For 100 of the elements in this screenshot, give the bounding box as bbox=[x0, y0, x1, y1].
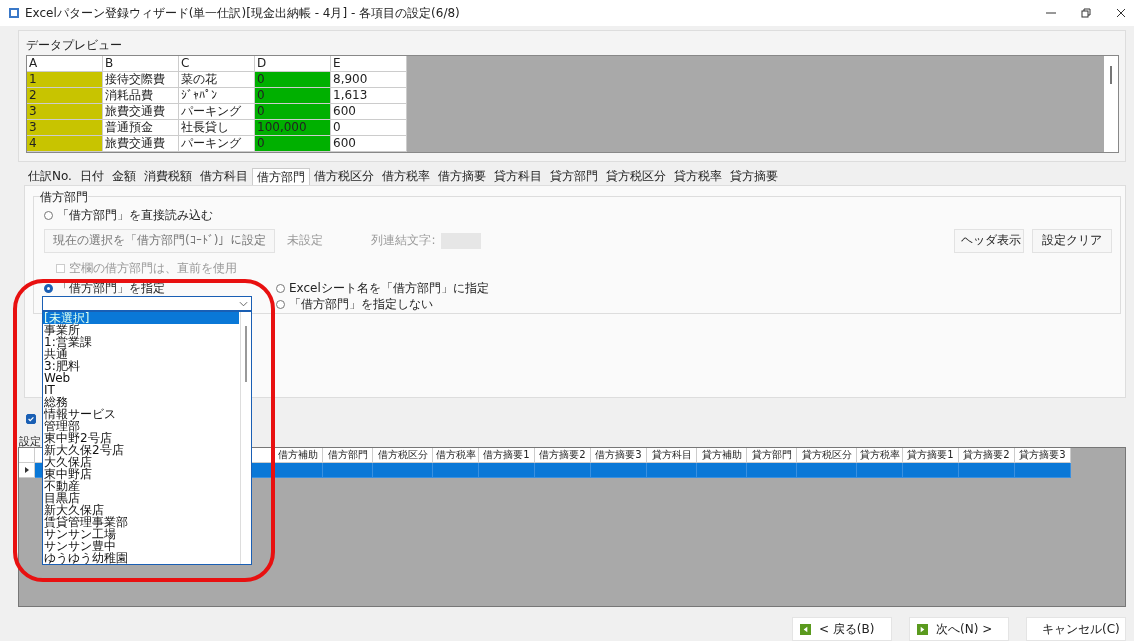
list-item[interactable]: 総務 bbox=[43, 396, 239, 408]
tab[interactable]: 借方部門 bbox=[251, 168, 310, 185]
header-button[interactable]: ヘッダ表示 bbox=[954, 228, 1024, 253]
tab[interactable]: 借方税区分 bbox=[309, 168, 378, 185]
radio-label: Excelシート名を「借方部門」に指定 bbox=[289, 279, 489, 297]
list-item[interactable]: IT bbox=[43, 384, 239, 396]
app-icon bbox=[8, 7, 20, 19]
close-icon[interactable] bbox=[1116, 8, 1126, 18]
table-cell bbox=[323, 463, 373, 479]
scrollbar[interactable] bbox=[1104, 56, 1118, 152]
table-cell: 2 bbox=[27, 88, 103, 104]
column-header: C bbox=[179, 56, 255, 72]
list-item[interactable]: 新大久保2号店 bbox=[43, 444, 239, 456]
table-cell: 4 bbox=[27, 136, 103, 152]
column-header: 借方税区分 bbox=[373, 448, 433, 464]
clear-button[interactable]: 設定クリア bbox=[1032, 228, 1112, 253]
table-cell: ｼﾞｬﾊﾟﾝ bbox=[179, 88, 255, 104]
table-cell: 0 bbox=[331, 120, 407, 136]
table-cell bbox=[273, 463, 323, 479]
list-item[interactable]: ゆうゆう幼稚園 bbox=[43, 552, 239, 564]
radio-button[interactable] bbox=[276, 299, 285, 309]
list-item[interactable]: 1:営業課 bbox=[43, 336, 239, 348]
list-item[interactable]: 不動産 bbox=[43, 480, 239, 492]
next-arrow-icon bbox=[917, 623, 928, 635]
tab[interactable]: 借方摘要 bbox=[433, 168, 490, 185]
tab[interactable]: 仕訳No. bbox=[24, 168, 76, 185]
list-item[interactable]: 管理部 bbox=[43, 420, 239, 432]
table-cell bbox=[433, 463, 479, 479]
status-text: 未設定 bbox=[287, 232, 324, 249]
table-cell bbox=[535, 463, 591, 479]
list-item[interactable]: 大久保店 bbox=[43, 456, 239, 468]
department-dropdown[interactable] bbox=[42, 296, 252, 311]
table-cell: パーキング bbox=[179, 104, 255, 120]
list-item[interactable]: 東中野2号店 bbox=[43, 432, 239, 444]
list-item[interactable]: Web bbox=[43, 372, 239, 384]
column-header: 貸方補助 bbox=[697, 448, 747, 464]
list-item[interactable]: 共通 bbox=[43, 348, 239, 360]
table-cell bbox=[797, 463, 857, 479]
table-cell bbox=[373, 463, 433, 479]
radio-button[interactable] bbox=[44, 283, 53, 293]
chevron-down-icon bbox=[239, 300, 248, 307]
list-item[interactable]: 事業所 bbox=[43, 324, 239, 336]
table-cell: 100,000 bbox=[255, 120, 331, 136]
table-cell bbox=[479, 463, 535, 479]
tab[interactable]: 貸方科目 bbox=[489, 168, 546, 185]
list-item[interactable]: [未選択] bbox=[43, 312, 239, 324]
row-header[interactable] bbox=[19, 463, 35, 479]
radio-button[interactable] bbox=[276, 283, 285, 293]
field-label: 列連結文字: bbox=[371, 232, 436, 249]
tab[interactable]: 貸方摘要 bbox=[725, 168, 782, 185]
tab[interactable]: 借方科目 bbox=[195, 168, 252, 185]
tab[interactable]: 金額 bbox=[107, 168, 140, 185]
tab[interactable]: 貸方税率 bbox=[669, 168, 726, 185]
list-item[interactable]: 新大久保店 bbox=[43, 504, 239, 516]
table-cell: 社長貸し bbox=[179, 120, 255, 136]
radio-button[interactable] bbox=[44, 210, 53, 220]
wizard-button[interactable]: キャンセル(C) bbox=[1026, 617, 1126, 641]
column-header: 借方部門 bbox=[323, 448, 373, 464]
table-cell bbox=[1015, 463, 1071, 479]
list-item[interactable]: 東中野店 bbox=[43, 468, 239, 480]
table-cell: 600 bbox=[331, 136, 407, 152]
checkbox[interactable] bbox=[26, 414, 36, 425]
table-cell: 8,900 bbox=[331, 72, 407, 88]
table-cell bbox=[697, 463, 747, 479]
table-cell: 0 bbox=[255, 72, 331, 88]
list-item[interactable]: 賃貸管理事業部 bbox=[43, 516, 239, 528]
tab[interactable]: 日付 bbox=[75, 168, 108, 185]
list-item[interactable]: 情報サービス bbox=[43, 408, 239, 420]
table-cell: 0 bbox=[255, 104, 331, 120]
table-cell: 普通預金 bbox=[103, 120, 179, 136]
table-cell: 接待交際費 bbox=[103, 72, 179, 88]
wizard-button[interactable]: 次へ(N) > bbox=[909, 617, 1009, 641]
table-cell: 旅費交通費 bbox=[103, 136, 179, 152]
column-header: 貸方摘要1 bbox=[903, 448, 959, 464]
radio-label: 「借方部門」を指定しない bbox=[289, 295, 433, 313]
list-item[interactable]: サンサン工場 bbox=[43, 528, 239, 540]
list-item[interactable]: サンサン豊中 bbox=[43, 540, 239, 552]
tab[interactable]: 貸方税区分 bbox=[601, 168, 670, 185]
list-item[interactable]: 目黒店 bbox=[43, 492, 239, 504]
radio-label: 「借方部門」を直接読み込む bbox=[57, 206, 213, 224]
column-header: 貸方部門 bbox=[747, 448, 797, 464]
table-cell: 1,613 bbox=[331, 88, 407, 104]
table-cell bbox=[903, 463, 959, 479]
table-cell: 旅費交通費 bbox=[103, 104, 179, 120]
table-cell: 0 bbox=[255, 136, 331, 152]
table-cell bbox=[647, 463, 697, 479]
wizard-button[interactable]: < 戻る(B) bbox=[792, 617, 892, 641]
tab[interactable]: 借方税率 bbox=[377, 168, 434, 185]
column-header: 貸方税区分 bbox=[797, 448, 857, 464]
tab[interactable]: 貸方部門 bbox=[545, 168, 602, 185]
table-cell: 3 bbox=[27, 120, 103, 136]
column-header: 貸方科目 bbox=[647, 448, 697, 464]
table-cell: パーキング bbox=[179, 136, 255, 152]
group-label: データプレビュー bbox=[26, 37, 123, 54]
restore-icon[interactable] bbox=[1081, 8, 1091, 18]
tab[interactable]: 消費税額 bbox=[139, 168, 196, 185]
column-header: 借方摘要1 bbox=[479, 448, 535, 464]
column-header: 貸方摘要2 bbox=[959, 448, 1015, 464]
section-label: 設定 bbox=[19, 434, 41, 450]
list-item[interactable]: 3:肥料 bbox=[43, 360, 239, 372]
